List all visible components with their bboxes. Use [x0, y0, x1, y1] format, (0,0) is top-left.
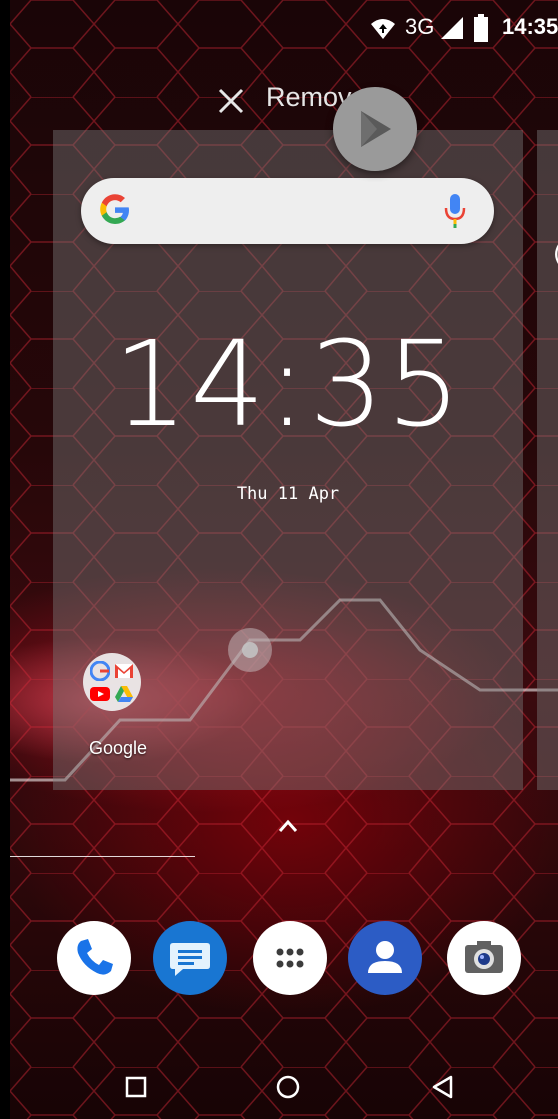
google-icon — [90, 661, 110, 681]
left-edge — [0, 0, 10, 1119]
drive-icon — [115, 686, 133, 702]
gmail-icon — [115, 664, 133, 678]
battery-icon — [474, 14, 488, 42]
network-type: 3G — [405, 14, 435, 39]
messages-icon[interactable] — [153, 921, 227, 995]
home-screen-card[interactable]: 14:35 Thu 11 Apr Google — [53, 130, 523, 790]
status-clock: 14:35 — [502, 14, 558, 39]
divider-line — [10, 856, 195, 857]
home-date: Thu 11 Apr — [236, 484, 340, 504]
phone-icon[interactable] — [57, 921, 131, 995]
contacts-icon[interactable] — [348, 921, 422, 995]
microphone-icon[interactable] — [443, 194, 467, 228]
google-g-icon — [100, 194, 129, 224]
wifi-icon — [371, 19, 395, 39]
home-button[interactable] — [275, 1074, 301, 1100]
next-task-card[interactable]: ( — [537, 130, 558, 790]
play-store-icon — [333, 87, 417, 171]
youtube-icon — [90, 687, 110, 701]
home-clock[interactable]: 14:35 — [53, 325, 523, 443]
chevron-up-icon[interactable] — [277, 818, 299, 834]
google-search-bar[interactable] — [81, 178, 494, 244]
status-bar: 3G 14:35 — [10, 0, 558, 60]
back-button[interactable] — [430, 1074, 456, 1100]
signal-icon — [441, 17, 463, 39]
recents-button[interactable] — [123, 1074, 149, 1100]
close-icon — [218, 88, 244, 114]
next-card-peek: ( — [553, 240, 558, 268]
folder-label: Google — [88, 738, 148, 758]
navigation-bar — [10, 1050, 558, 1119]
app-drawer-icon[interactable] — [253, 921, 327, 995]
camera-icon[interactable] — [447, 921, 521, 995]
google-folder-icon[interactable] — [83, 653, 141, 711]
